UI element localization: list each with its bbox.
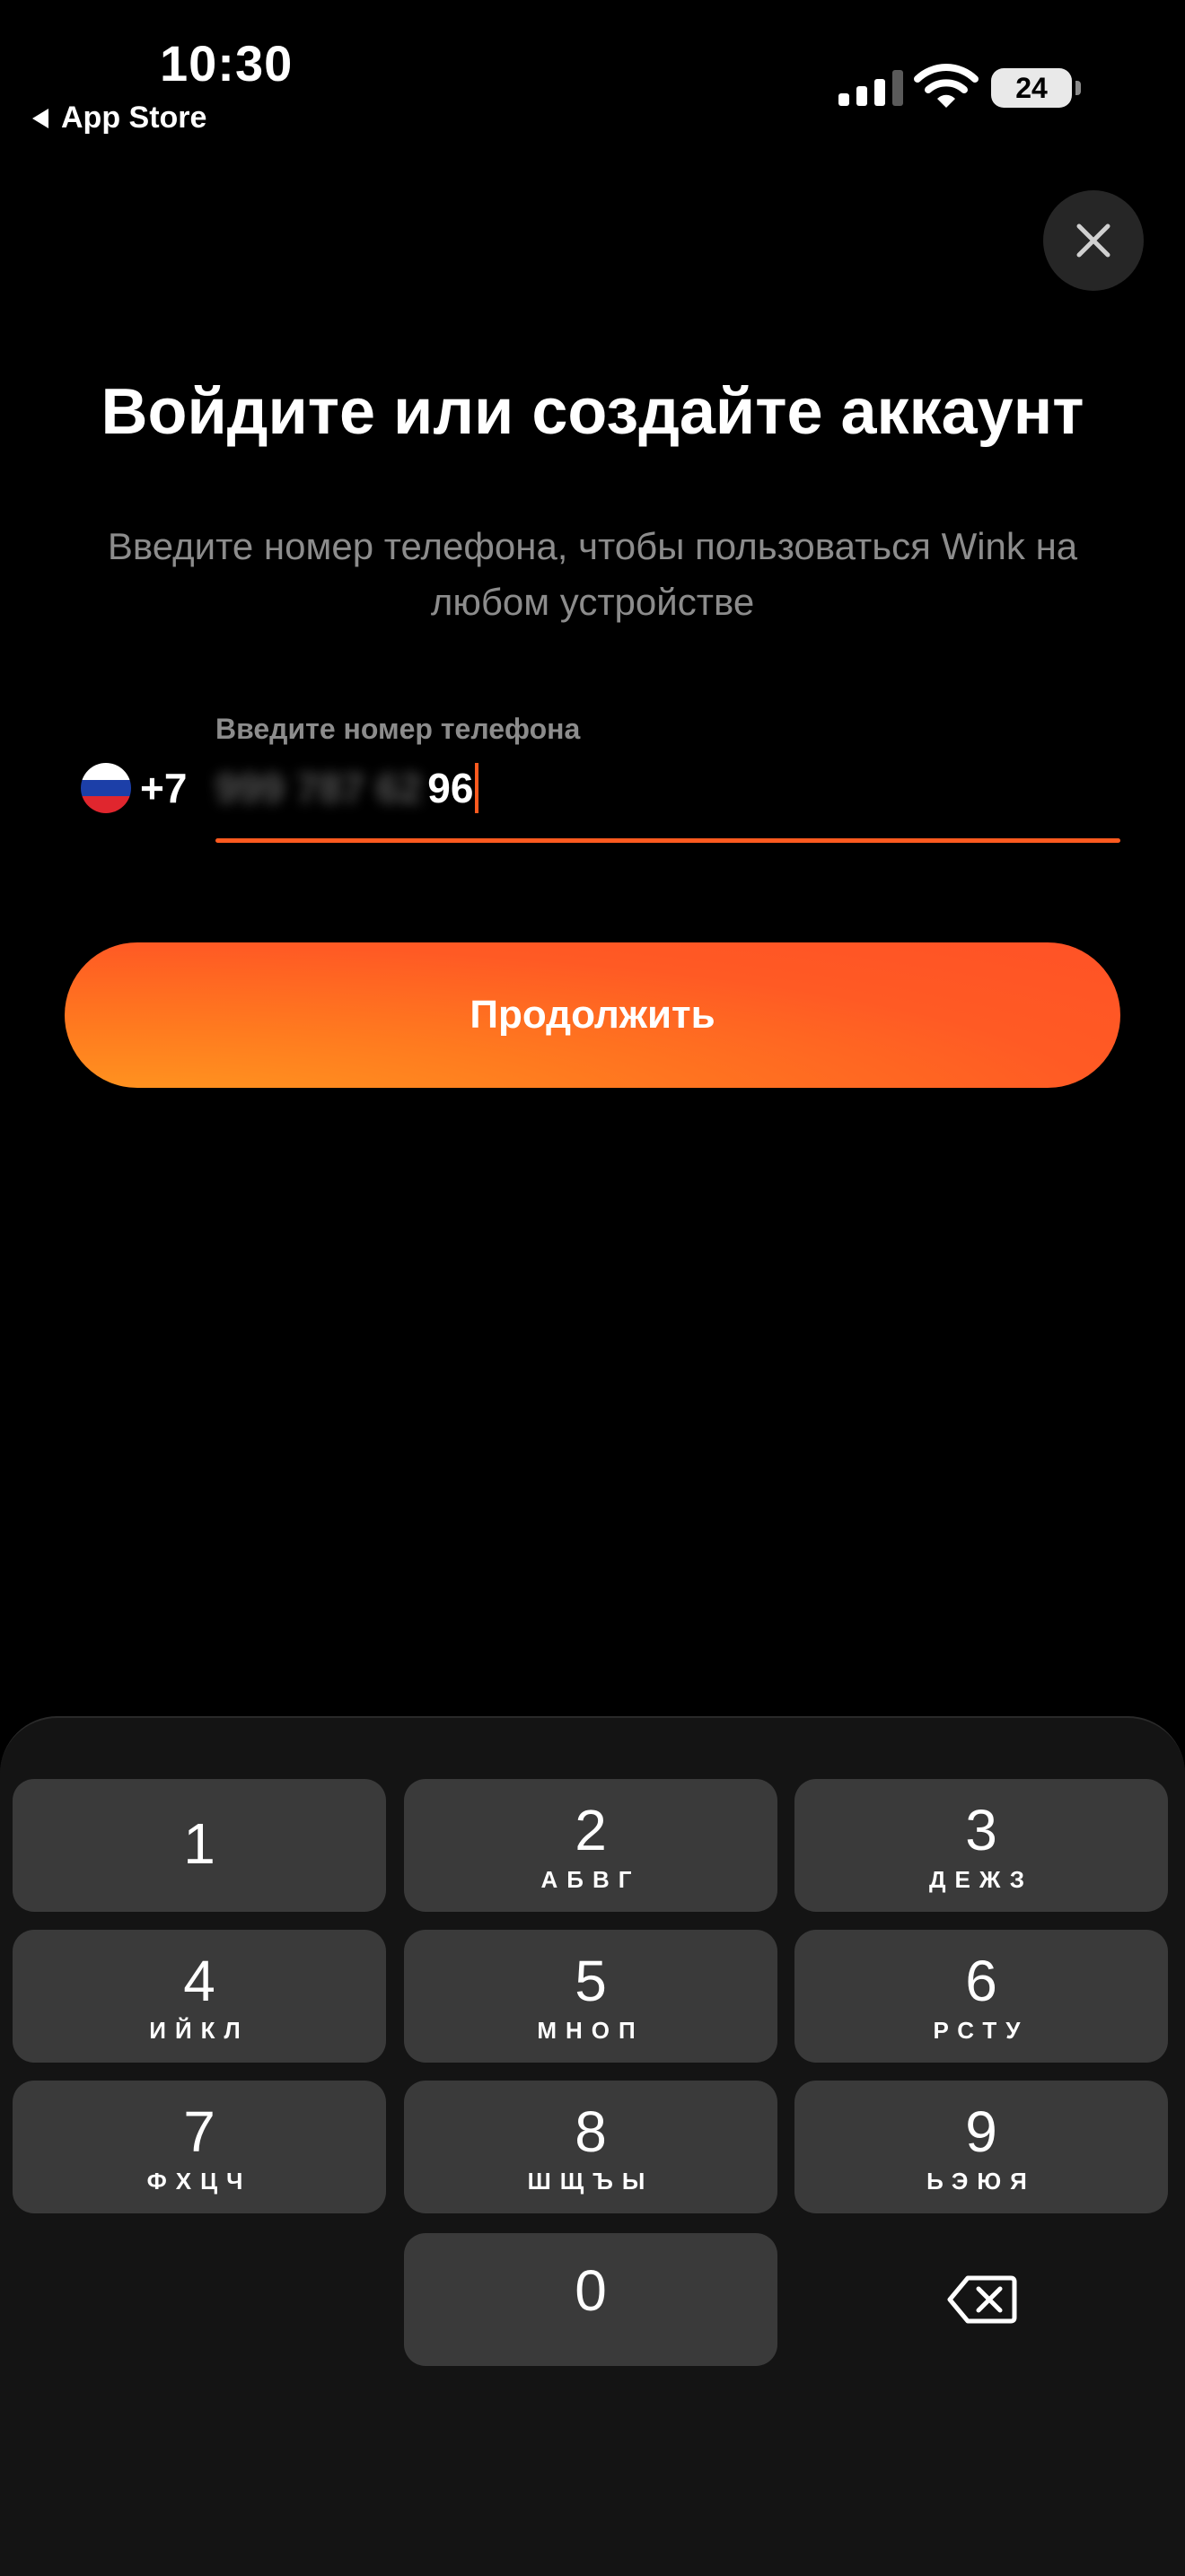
key-letters: ДЕЖЗ xyxy=(929,1865,1033,1893)
back-arrow-icon xyxy=(32,108,48,128)
back-to-app-store[interactable]: App Store xyxy=(32,101,206,136)
key-letters: АБВГ xyxy=(540,1865,641,1893)
key-digit: 8 xyxy=(575,2098,607,2164)
key-letters: ИЙКЛ xyxy=(149,2016,250,2044)
page-subtitle: Введите номер телефона, чтобы пользовать… xyxy=(107,525,1078,623)
key-3[interactable]: 3 ДЕЖЗ xyxy=(794,1779,1168,1912)
key-8[interactable]: 8 ШЩЪЫ xyxy=(404,2081,777,2213)
continue-button[interactable]: Продолжить xyxy=(65,942,1120,1088)
phone-input[interactable]: 999 787 62 96 xyxy=(215,763,479,813)
key-letters: ФХЦЧ xyxy=(146,2167,252,2195)
key-1[interactable]: 1 xyxy=(13,1779,386,1912)
key-digit: 9 xyxy=(965,2098,997,2164)
status-bar: 10:30 App Store 24 xyxy=(0,0,1185,144)
backspace-icon[interactable] xyxy=(946,2273,1018,2326)
close-button[interactable] xyxy=(1043,190,1144,291)
key-digit: 5 xyxy=(575,1948,607,2013)
key-0[interactable]: 0 xyxy=(404,2233,777,2366)
key-7[interactable]: 7 ФХЦЧ xyxy=(13,2081,386,2213)
key-digit: 0 xyxy=(575,2258,607,2323)
battery-icon: 24 xyxy=(991,68,1081,108)
phone-input-underline xyxy=(215,838,1120,843)
key-letters: МНОП xyxy=(537,2016,645,2044)
country-code[interactable]: +7 xyxy=(140,763,187,813)
phone-field-label: Введите номер телефона xyxy=(215,713,581,745)
key-2[interactable]: 2 АБВГ xyxy=(404,1779,777,1912)
wifi-icon xyxy=(914,64,979,108)
status-time: 10:30 xyxy=(160,35,294,92)
key-digit: 4 xyxy=(183,1948,215,2013)
cellular-signal-icon xyxy=(838,66,903,106)
russia-flag-icon[interactable] xyxy=(81,763,131,813)
key-digit: 7 xyxy=(183,2098,215,2164)
battery-level: 24 xyxy=(1015,71,1048,104)
close-icon xyxy=(1076,223,1110,258)
key-6[interactable]: 6 РСТУ xyxy=(794,1930,1168,2063)
phone-masked-digits: 999 787 62 xyxy=(215,765,423,811)
key-letters: РСТУ xyxy=(933,2016,1030,2044)
key-digit: 3 xyxy=(965,1797,997,1862)
key-9[interactable]: 9 ЬЭЮЯ xyxy=(794,2081,1168,2213)
text-caret xyxy=(475,763,479,813)
key-letters: ШЩЪЫ xyxy=(527,2167,654,2195)
phone-visible-digits: 96 xyxy=(427,765,474,811)
back-app-label: App Store xyxy=(61,101,207,135)
key-4[interactable]: 4 ИЙКЛ xyxy=(13,1930,386,2063)
key-digit: 6 xyxy=(965,1948,997,2013)
key-5[interactable]: 5 МНОП xyxy=(404,1930,777,2063)
key-digit: 2 xyxy=(575,1797,607,1862)
page-title: Войдите или создайте аккаунт xyxy=(101,376,1084,448)
key-digit: 1 xyxy=(183,1811,215,1876)
key-letters: ЬЭЮЯ xyxy=(926,2167,1036,2195)
